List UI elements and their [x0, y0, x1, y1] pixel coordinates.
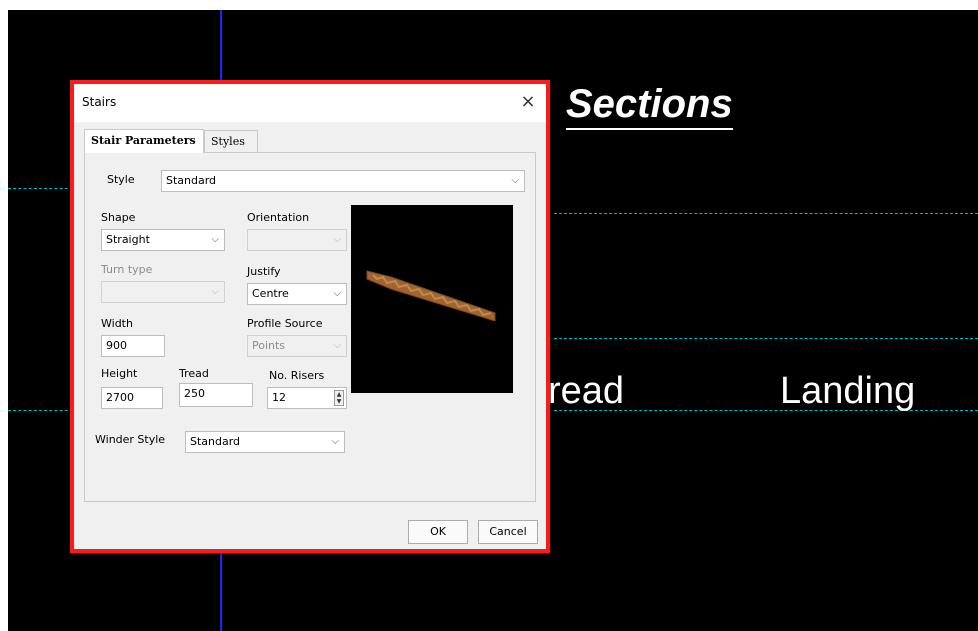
sections-heading: Sections	[566, 82, 733, 130]
stairs-dialog: Stairs × Stair Parameters Styles Style S…	[70, 80, 550, 553]
height-label: Height	[101, 367, 138, 380]
chevron-down-icon: ⌵	[333, 234, 341, 245]
guide-line	[554, 338, 978, 339]
stair-preview	[351, 205, 513, 393]
guide-line	[8, 410, 78, 411]
tread-input[interactable]: 250	[179, 383, 253, 407]
winder-style-select[interactable]: Standard ⌵	[185, 431, 345, 453]
landing-label: Landing	[780, 370, 916, 412]
chevron-down-icon: ⌵	[211, 286, 219, 297]
cancel-button[interactable]: Cancel	[478, 520, 538, 544]
style-value: Standard	[166, 174, 217, 187]
dialog-title: Stairs	[82, 95, 117, 109]
shape-select[interactable]: Straight ⌵	[101, 229, 225, 251]
no-risers-stepper[interactable]: 12 ▲ ▼	[267, 387, 347, 409]
width-input[interactable]: 900	[101, 335, 165, 357]
no-risers-value: 12	[272, 391, 286, 404]
stair-parameters-panel: Style Standard ⌵ Shape Straight ⌵ Orient…	[84, 152, 536, 502]
justify-select[interactable]: Centre ⌵	[247, 283, 347, 305]
winder-style-label: Winder Style	[95, 433, 166, 446]
stair-model-icon	[366, 270, 496, 322]
chevron-down-icon: ⌵	[211, 234, 219, 245]
spin-arrows-icon[interactable]: ▲ ▼	[334, 390, 344, 406]
turn-type-select[interactable]: ⌵	[101, 281, 225, 303]
tab-styles[interactable]: Styles	[204, 130, 258, 152]
shape-label: Shape	[101, 211, 136, 224]
style-label: Style	[107, 173, 135, 186]
chevron-down-icon: ⌵	[333, 288, 341, 299]
tread-label: read	[548, 370, 625, 412]
guide-line	[8, 188, 78, 189]
chevron-down-icon: ⌵	[333, 340, 341, 351]
profile-source-value: Points	[252, 339, 286, 352]
tab-stair-parameters[interactable]: Stair Parameters	[84, 129, 204, 153]
dialog-titlebar[interactable]: Stairs ×	[74, 84, 546, 122]
turn-type-label: Turn type	[101, 263, 153, 276]
winder-style-value: Standard	[190, 435, 241, 448]
shape-value: Straight	[106, 233, 150, 246]
close-icon[interactable]: ×	[516, 90, 540, 114]
height-input[interactable]: 2700	[101, 387, 163, 409]
chevron-down-icon: ⌵	[511, 175, 519, 186]
guide-line	[554, 213, 978, 214]
ok-button[interactable]: OK	[408, 520, 468, 544]
profile-source-select[interactable]: Points ⌵	[247, 335, 347, 357]
justify-label: Justify	[247, 265, 281, 278]
justify-value: Centre	[252, 287, 289, 300]
chevron-down-icon: ⌵	[331, 436, 339, 447]
profile-source-label: Profile Source	[247, 317, 323, 330]
no-risers-label: No. Risers	[269, 369, 325, 382]
width-label: Width	[101, 317, 133, 330]
orientation-label: Orientation	[247, 211, 310, 224]
orientation-select[interactable]: ⌵	[247, 229, 347, 251]
style-select[interactable]: Standard ⌵	[161, 170, 525, 192]
tread-field-label: Tread	[179, 367, 209, 380]
